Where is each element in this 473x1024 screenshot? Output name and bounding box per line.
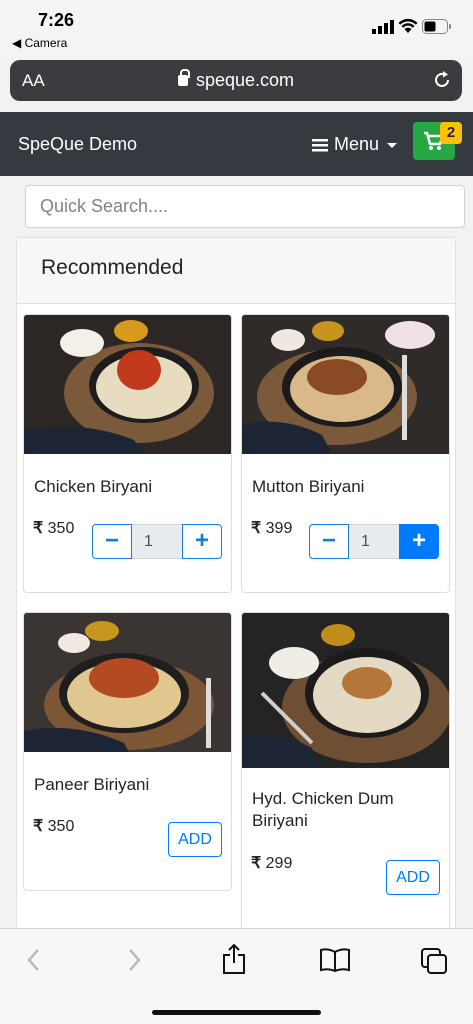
quantity-stepper[interactable]: − 1 +: [92, 524, 222, 559]
menu-button[interactable]: Menu: [312, 134, 399, 155]
increase-quantity-button[interactable]: +: [182, 524, 222, 559]
increase-quantity-button[interactable]: +: [399, 524, 439, 559]
product-price: ₹ 350: [33, 816, 74, 836]
wifi-icon: [398, 18, 418, 33]
back-app-label: Camera: [24, 36, 68, 50]
product-card: Hyd. Chicken Dum Biriyani ₹ 299 ADD: [241, 612, 450, 928]
add-to-cart-button[interactable]: ADD: [386, 860, 440, 895]
hyd-chicken-dum-biriyani-image[interactable]: [242, 613, 449, 768]
brand-link[interactable]: SpeQue Demo: [18, 134, 137, 155]
price-value: 299: [265, 855, 293, 872]
paneer-biriyani-image[interactable]: [24, 613, 231, 752]
product-card: Paneer Biriyani ₹ 350 ADD: [23, 612, 232, 891]
share-icon[interactable]: [221, 943, 247, 975]
product-name: Paneer Biriyani: [34, 775, 150, 794]
product-price: ₹ 350: [33, 518, 74, 538]
quick-search-input[interactable]: [25, 185, 465, 228]
mutton-biriyani-image[interactable]: [242, 315, 449, 454]
quantity-value[interactable]: 1: [132, 524, 182, 559]
add-to-cart-button[interactable]: ADD: [168, 822, 222, 857]
site-navbar: SpeQue Demo Menu: [0, 112, 473, 176]
rupee-icon: ₹: [33, 818, 44, 835]
menu-label: Menu: [334, 134, 380, 154]
section-title: Recommended: [17, 238, 455, 304]
product-price: ₹ 299: [251, 853, 292, 873]
quantity-stepper[interactable]: − 1 +: [309, 524, 439, 559]
signal-icon: [372, 20, 394, 34]
product-name: Hyd. Chicken Dum Biriyani: [252, 789, 394, 830]
decrease-quantity-button[interactable]: −: [309, 524, 349, 559]
bookmarks-icon[interactable]: [319, 947, 351, 973]
price-value: 350: [47, 520, 75, 537]
product-name: Chicken Biryani: [34, 477, 153, 496]
url-text: speque.com: [195, 70, 295, 90]
quantity-value[interactable]: 1: [349, 524, 399, 559]
price-value: 399: [265, 520, 293, 537]
browser-address-bar[interactable]: AA speque.com: [10, 60, 462, 101]
rupee-icon: ₹: [251, 520, 262, 537]
back-to-app-link[interactable]: ◀ Camera: [12, 36, 67, 50]
hamburger-icon: [312, 138, 328, 151]
battery-icon: [422, 19, 451, 34]
lock-icon: [177, 69, 190, 86]
caret-down-icon: [387, 142, 398, 148]
status-bar: 7:26 ◀ Camera: [0, 0, 473, 58]
tabs-icon[interactable]: [420, 947, 448, 975]
decrease-quantity-button[interactable]: −: [92, 524, 132, 559]
recommended-card: Recommended Chicken Biryani ₹ 350 − 1 + …: [16, 237, 456, 928]
reload-icon[interactable]: [432, 70, 452, 90]
home-indicator: [152, 1010, 321, 1015]
product-card: Mutton Biriyani ₹ 399 − 1 +: [241, 314, 450, 593]
status-time: 7:26: [38, 10, 75, 30]
cart-count-badge: 2: [440, 122, 462, 144]
page-content: Recommended Chicken Biryani ₹ 350 −: [0, 176, 473, 928]
price-value: 350: [47, 818, 75, 835]
product-price: ₹ 399: [251, 518, 292, 538]
product-name: Mutton Biriyani: [252, 477, 365, 496]
chicken-biryani-image[interactable]: [24, 315, 231, 454]
back-arrow-icon[interactable]: [24, 947, 44, 973]
url-display[interactable]: speque.com: [10, 69, 462, 91]
forward-arrow-icon[interactable]: [124, 947, 144, 973]
product-card: Chicken Biryani ₹ 350 − 1 +: [23, 314, 232, 593]
rupee-icon: ₹: [33, 520, 44, 537]
rupee-icon: ₹: [251, 855, 262, 872]
